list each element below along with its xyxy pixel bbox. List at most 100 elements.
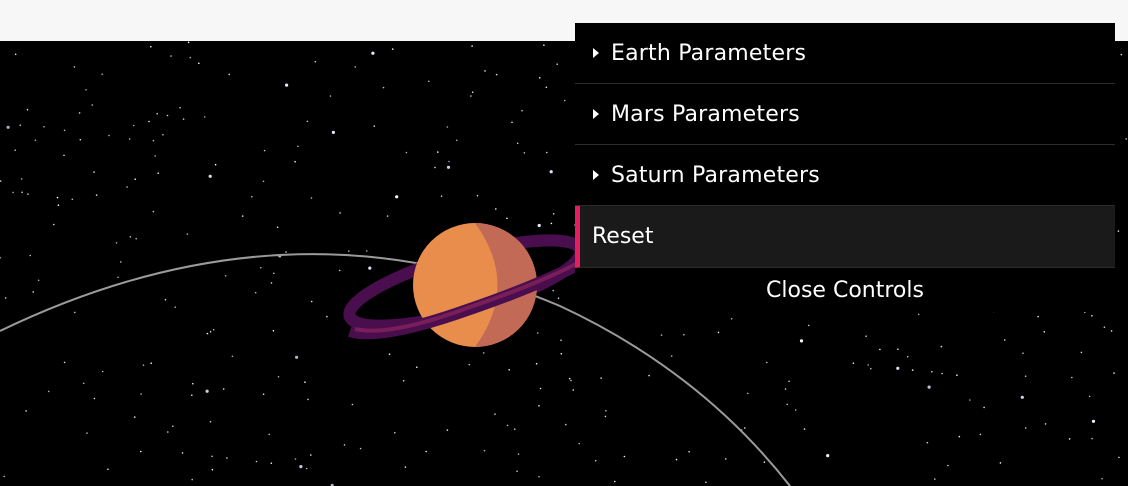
star [865, 335, 867, 338]
star [660, 334, 663, 336]
star [897, 348, 899, 351]
star [170, 55, 172, 57]
star [152, 210, 155, 213]
star [468, 363, 471, 366]
star [545, 86, 548, 89]
star [556, 63, 558, 65]
star [108, 134, 110, 137]
star [154, 155, 156, 157]
caret-right-icon [593, 170, 599, 180]
star [565, 423, 567, 426]
star [260, 266, 262, 269]
star [294, 160, 296, 163]
reset-button[interactable]: Reset [575, 206, 1115, 268]
star [523, 152, 526, 154]
star [0, 257, 1, 259]
close-controls-button[interactable]: Close Controls [575, 268, 1115, 312]
star [730, 318, 733, 320]
star [494, 413, 496, 415]
star [211, 455, 213, 458]
star [535, 362, 538, 365]
star [268, 433, 271, 436]
star [156, 112, 158, 115]
star [476, 194, 479, 197]
star [979, 433, 982, 436]
star [705, 481, 707, 484]
folder-label: Saturn Parameters [611, 162, 820, 188]
star [186, 233, 189, 235]
star [101, 73, 103, 75]
star [231, 355, 234, 358]
star [359, 447, 362, 450]
star [969, 399, 971, 401]
star [295, 355, 299, 359]
star [85, 89, 87, 91]
star [1117, 230, 1120, 232]
close-controls-label: Close Controls [766, 277, 924, 303]
star [539, 387, 542, 390]
star [896, 366, 900, 370]
star [550, 222, 553, 225]
star [717, 331, 720, 334]
star [157, 172, 159, 174]
folder-saturn-parameters[interactable]: Saturn Parameters [575, 145, 1115, 206]
star [867, 364, 869, 366]
star [338, 269, 341, 272]
star [471, 45, 473, 47]
star [241, 215, 244, 217]
star [578, 442, 580, 445]
star [305, 467, 308, 470]
star [162, 133, 164, 136]
star [93, 171, 95, 173]
star [140, 393, 142, 395]
folder-mars-parameters[interactable]: Mars Parameters [575, 84, 1115, 145]
star [306, 120, 309, 123]
star [191, 394, 193, 397]
star [14, 149, 16, 151]
star [572, 389, 574, 391]
star [394, 431, 396, 434]
star [343, 444, 346, 446]
star [189, 56, 192, 59]
star [906, 355, 909, 358]
star [725, 458, 727, 460]
star [101, 370, 104, 373]
star [277, 376, 280, 378]
star [166, 114, 169, 117]
star [95, 194, 98, 196]
star [563, 99, 566, 102]
star [373, 125, 376, 127]
star [117, 276, 119, 279]
star [537, 223, 541, 228]
star [179, 106, 181, 109]
star [391, 48, 394, 50]
star [600, 377, 602, 379]
star [351, 403, 354, 406]
star [129, 236, 132, 238]
star [570, 379, 572, 382]
star [568, 377, 571, 380]
star [297, 145, 299, 148]
star [604, 415, 607, 418]
star [440, 195, 443, 197]
star [688, 450, 690, 453]
star [150, 362, 152, 365]
saturn-planet[interactable] [342, 223, 588, 347]
star [294, 458, 297, 460]
star [958, 435, 961, 438]
star [1125, 138, 1127, 140]
star [560, 352, 563, 355]
star [251, 196, 253, 198]
star [263, 149, 266, 152]
folder-earth-parameters[interactable]: Earth Parameters [575, 23, 1115, 84]
star [368, 266, 372, 270]
star [536, 332, 539, 334]
star [917, 313, 920, 316]
star [37, 279, 40, 282]
star [552, 289, 554, 292]
star [1024, 375, 1027, 378]
star [3, 475, 5, 478]
star [354, 66, 357, 68]
star [310, 197, 313, 199]
star [348, 250, 350, 252]
